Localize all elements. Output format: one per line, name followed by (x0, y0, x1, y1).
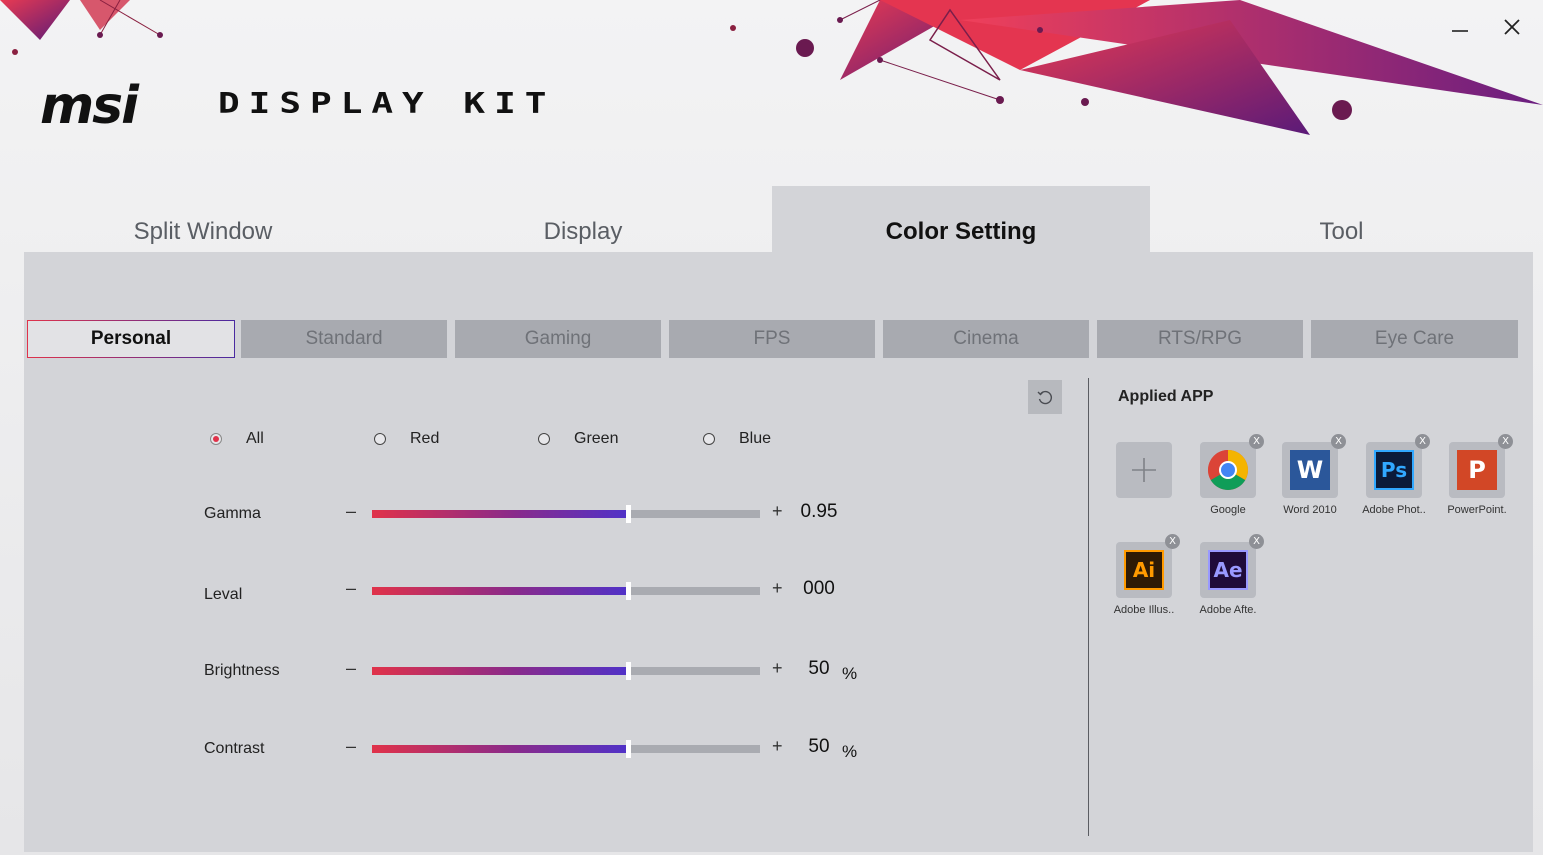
contrast-row: Contrast – + 50 % (24, 734, 1024, 764)
remove-app-button[interactable]: X (1415, 434, 1430, 449)
channel-red-radio[interactable]: Red (374, 430, 439, 448)
add-app-button[interactable] (1116, 442, 1172, 498)
brightness-increase-button[interactable]: + (772, 658, 783, 679)
app-icon-button[interactable]: Ps X (1366, 434, 1430, 498)
channel-label: Red (410, 430, 440, 447)
app-icon-button[interactable]: P X (1449, 434, 1513, 498)
main-tabs: Split Window Display Color Setting Tool (24, 186, 1533, 252)
contrast-slider-handle[interactable] (626, 740, 632, 758)
brightness-label: Brightness (204, 662, 280, 679)
contrast-slider[interactable] (372, 740, 760, 758)
app-icon-button[interactable]: W X (1282, 434, 1346, 498)
mode-fps[interactable]: FPS (669, 320, 875, 358)
app-name: Adobe Illus.. (1113, 604, 1175, 616)
remove-app-button[interactable]: X (1249, 534, 1264, 549)
app-tile-word: W X Word 2010 (1270, 434, 1350, 516)
mode-eye-care[interactable]: Eye Care (1311, 320, 1518, 358)
contrast-increase-button[interactable]: + (772, 736, 783, 757)
app-icon-button[interactable]: Ae X (1200, 534, 1264, 598)
gamma-label: Gamma (204, 505, 261, 522)
brightness-slider[interactable] (372, 662, 760, 680)
remove-app-button[interactable]: X (1165, 534, 1180, 549)
reset-button[interactable] (1028, 380, 1062, 414)
gamma-increase-button[interactable]: + (772, 501, 783, 522)
app-tile-illustrator: Ai X Adobe Illus.. (1104, 534, 1184, 616)
channel-label: Green (574, 430, 619, 447)
mode-rts-rpg[interactable]: RTS/RPG (1097, 320, 1303, 358)
close-button[interactable] (1497, 12, 1527, 42)
radio-icon (703, 433, 715, 445)
mode-gaming[interactable]: Gaming (455, 320, 661, 358)
app-name: Adobe Phot.. (1362, 504, 1426, 516)
contrast-unit: % (842, 742, 858, 761)
channel-label: Blue (739, 430, 772, 447)
tab-color-setting[interactable]: Color Setting (772, 186, 1150, 252)
remove-app-button[interactable]: X (1249, 434, 1264, 449)
contrast-decrease-button[interactable]: – (346, 736, 356, 757)
channel-blue-radio[interactable]: Blue (703, 430, 771, 448)
app-tile-after-effects: Ae X Adobe Afte. (1188, 534, 1268, 616)
mode-personal[interactable]: Personal (27, 320, 235, 358)
brightness-unit: % (842, 664, 858, 683)
color-setting-panel: Personal Standard Gaming FPS Cinema RTS/… (24, 252, 1533, 852)
level-increase-button[interactable]: + (772, 578, 783, 599)
mode-cinema[interactable]: Cinema (883, 320, 1089, 358)
app-name: PowerPoint. (1447, 504, 1507, 516)
gamma-slider-handle[interactable] (626, 505, 632, 523)
remove-app-button[interactable]: X (1498, 434, 1513, 449)
brightness-value: 50 (808, 658, 830, 679)
level-slider[interactable] (372, 582, 760, 600)
level-decrease-button[interactable]: – (346, 578, 356, 599)
minimize-button[interactable] (1445, 12, 1475, 42)
gamma-row: Gamma – + 0.95 (24, 499, 1024, 529)
level-row: Leval – + 000 (24, 576, 1024, 606)
close-icon (1504, 19, 1520, 35)
gamma-value: 0.95 (800, 501, 838, 522)
reset-icon (1037, 390, 1052, 405)
product-title: DISPLAY KIT (218, 88, 556, 120)
app-tile-google: X Google (1188, 434, 1268, 516)
app-icon-button[interactable]: X (1200, 434, 1264, 498)
contrast-label: Contrast (204, 740, 265, 757)
app-name: Google (1210, 504, 1246, 516)
tab-split-window[interactable]: Split Window (24, 186, 382, 252)
level-value: 000 (803, 578, 835, 599)
add-app-tile (1104, 442, 1184, 498)
word-icon: W (1290, 450, 1330, 490)
applied-app-title: Applied APP (1118, 388, 1214, 405)
app-window: msi DISPLAY KIT Split Window Display Col… (0, 0, 1543, 855)
level-slider-handle[interactable] (626, 582, 632, 600)
app-tile-photoshop: Ps X Adobe Phot.. (1354, 434, 1434, 516)
brightness-row: Brightness – + 50 % (24, 656, 1024, 686)
radio-icon (374, 433, 386, 445)
gamma-slider[interactable] (372, 505, 760, 523)
brightness-slider-handle[interactable] (626, 662, 632, 680)
chrome-icon (1208, 450, 1248, 490)
minimize-icon (1452, 30, 1468, 32)
radio-icon (538, 433, 550, 445)
channel-green-radio[interactable]: Green (538, 430, 618, 448)
tab-display[interactable]: Display (394, 186, 772, 252)
remove-app-button[interactable]: X (1331, 434, 1346, 449)
app-icon-button[interactable]: Ai X (1116, 534, 1180, 598)
level-label: Leval (204, 586, 243, 603)
aftereffects-icon: Ae (1208, 550, 1248, 590)
photoshop-icon: Ps (1374, 450, 1414, 490)
mode-standard[interactable]: Standard (241, 320, 447, 358)
illustrator-icon: Ai (1124, 550, 1164, 590)
tab-tool[interactable]: Tool (1150, 186, 1533, 252)
msi-logo: msi (40, 76, 139, 136)
plus-icon (1132, 458, 1156, 482)
gamma-decrease-button[interactable]: – (346, 501, 356, 522)
powerpoint-icon: P (1457, 450, 1497, 490)
channel-label: All (246, 430, 264, 447)
app-name: Word 2010 (1283, 504, 1337, 516)
channel-all-radio[interactable]: All (210, 430, 264, 448)
app-tile-powerpoint: P X PowerPoint. (1437, 434, 1517, 516)
app-name: Adobe Afte. (1199, 604, 1257, 616)
panel-divider (1088, 378, 1089, 836)
brightness-decrease-button[interactable]: – (346, 658, 356, 679)
contrast-value: 50 (808, 736, 830, 757)
radio-selected-icon (210, 433, 222, 445)
